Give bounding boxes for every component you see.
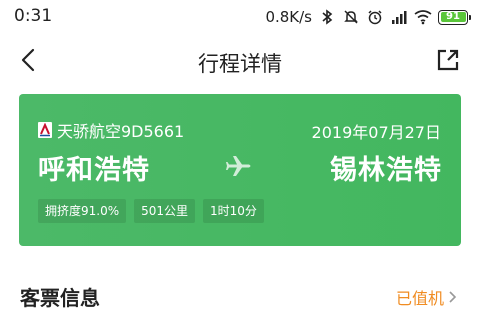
checkin-status-label: 已值机 [395,289,444,308]
airplane-icon [226,152,254,180]
arrival-city: 锡林浩特 [330,155,442,186]
duration-tag: 1时10分 [203,199,264,223]
nav-bar: 行程详情 [0,34,480,86]
flight-date: 2019年07月27日 [311,123,441,142]
distance-tag: 501公里 [134,199,196,223]
bluetooth-icon [318,8,336,26]
flight-tags: 拥挤度91.0% 501公里 1时10分 [38,199,264,223]
chevron-right-icon [448,290,460,304]
mute-icon [342,8,360,26]
page-title: 行程详情 [198,52,282,76]
alarm-icon [366,8,384,26]
checkin-status-link[interactable]: 已值机 [396,285,460,309]
airline-logo-icon [38,122,52,138]
wifi-icon [414,8,432,26]
airline-info: 天骄航空9D5661 [38,118,184,142]
network-speed: 0.8K/s [265,8,312,26]
ticket-info-title: 客票信息 [20,286,100,310]
status-icons: 0.8K/s 91 [265,6,471,28]
flight-card[interactable]: 天骄航空9D5661 2019年07月27日 呼和浩特 锡林浩特 拥挤度91.0… [19,94,461,246]
crowding-tag: 拥挤度91.0% [38,199,127,223]
hd-signal-icon [390,8,408,26]
ticket-info-section: 客票信息 已值机 [0,278,480,318]
status-bar: 0:31 0.8K/s 91 [0,0,480,34]
share-button[interactable] [434,46,462,74]
status-time: 0:31 [14,6,53,26]
airline-flight-number: 天骄航空9D5661 [57,122,185,141]
battery-level: 91 [440,12,466,22]
battery-icon: 91 [438,9,471,25]
share-icon [437,49,459,71]
departure-city: 呼和浩特 [38,155,150,186]
